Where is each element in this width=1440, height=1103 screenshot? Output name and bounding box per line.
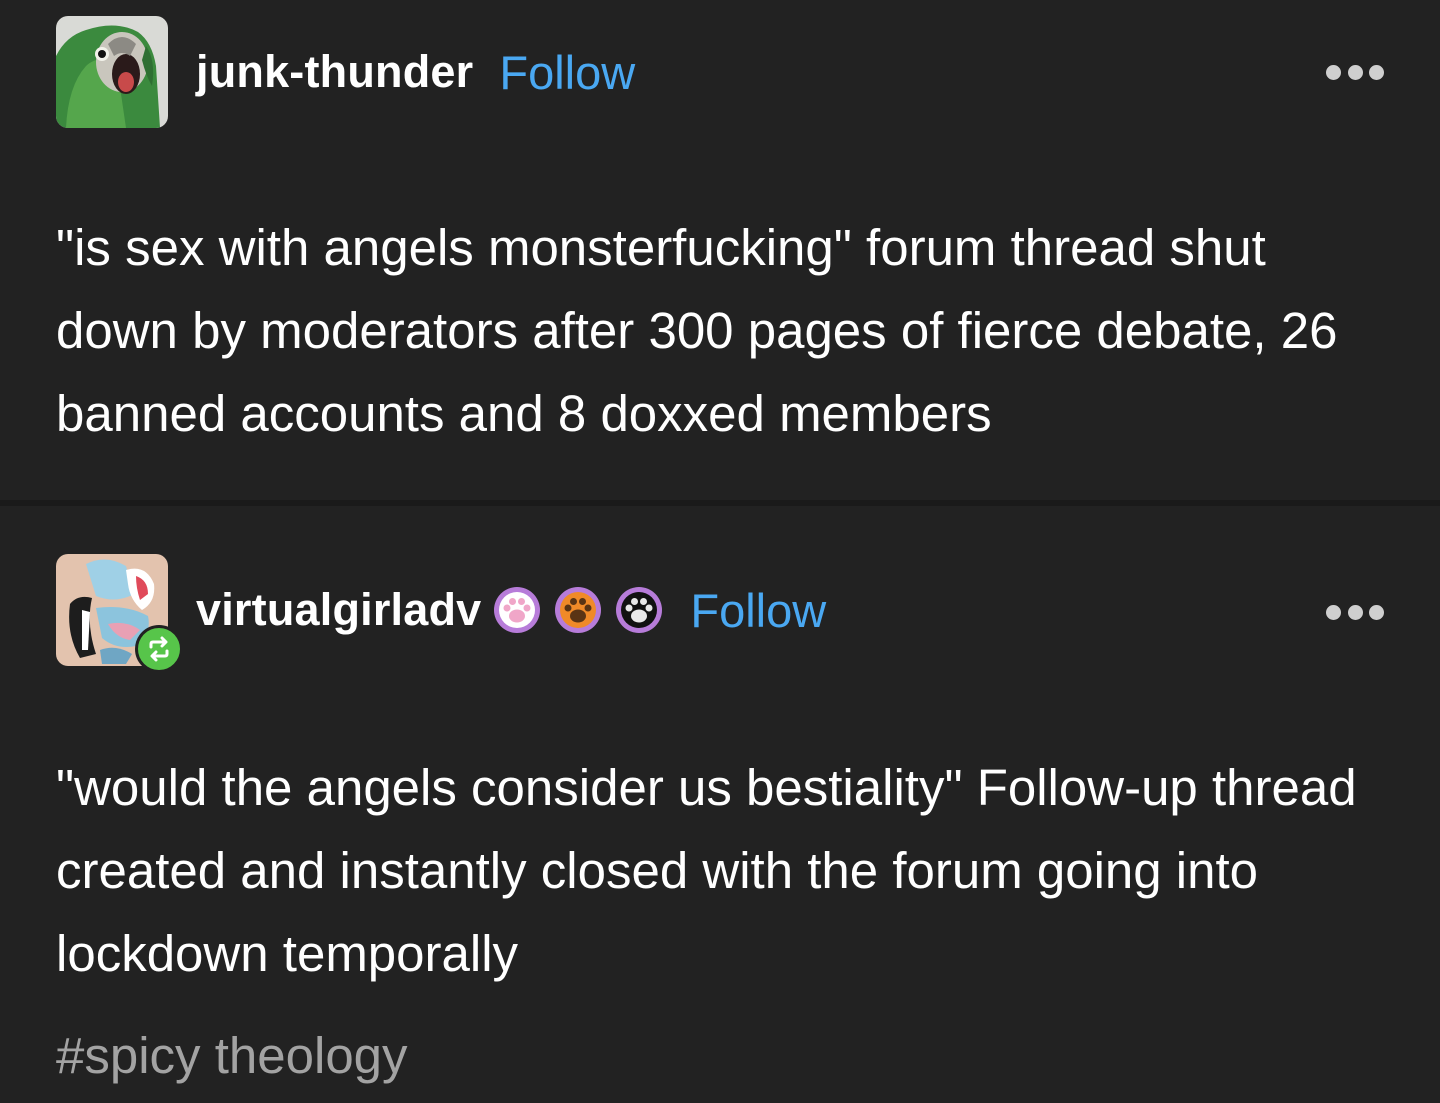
parrot-avatar-icon bbox=[56, 16, 168, 128]
orange-paw-badge-icon[interactable] bbox=[554, 586, 602, 634]
dot bbox=[1369, 604, 1384, 620]
follow-button[interactable]: Follow bbox=[690, 583, 826, 638]
username[interactable]: junk-thunder bbox=[196, 46, 473, 98]
pink-paw-badge-icon[interactable] bbox=[493, 586, 541, 634]
post-header: junk-thunder Follow bbox=[196, 42, 635, 102]
tag-link[interactable]: #spicy theology bbox=[56, 1026, 408, 1085]
post-body-text: "is sex with angels monsterfucking" foru… bbox=[56, 219, 1338, 442]
reblog-icon bbox=[135, 625, 183, 673]
post-body-text: "would the angels consider us bestiality… bbox=[56, 759, 1357, 982]
badge-list bbox=[493, 586, 676, 634]
post-junk-thunder: junk-thunder Follow "is sex with angels … bbox=[0, 0, 1440, 500]
dot bbox=[1326, 64, 1341, 80]
dot bbox=[1347, 604, 1363, 620]
post-header: virtualgirladv Follow bbox=[196, 580, 826, 640]
black-paw-badge-icon[interactable] bbox=[615, 586, 663, 634]
avatar[interactable] bbox=[56, 16, 168, 128]
post-virtualgirladv: virtualgirladv Follow "would the angels … bbox=[0, 506, 1440, 1103]
more-options-icon[interactable] bbox=[1326, 62, 1384, 82]
dot bbox=[1369, 64, 1384, 80]
more-options-icon[interactable] bbox=[1326, 602, 1384, 622]
follow-button[interactable]: Follow bbox=[499, 45, 635, 100]
dot bbox=[1347, 64, 1363, 80]
dot bbox=[1326, 604, 1341, 620]
username[interactable]: virtualgirladv bbox=[196, 584, 481, 636]
